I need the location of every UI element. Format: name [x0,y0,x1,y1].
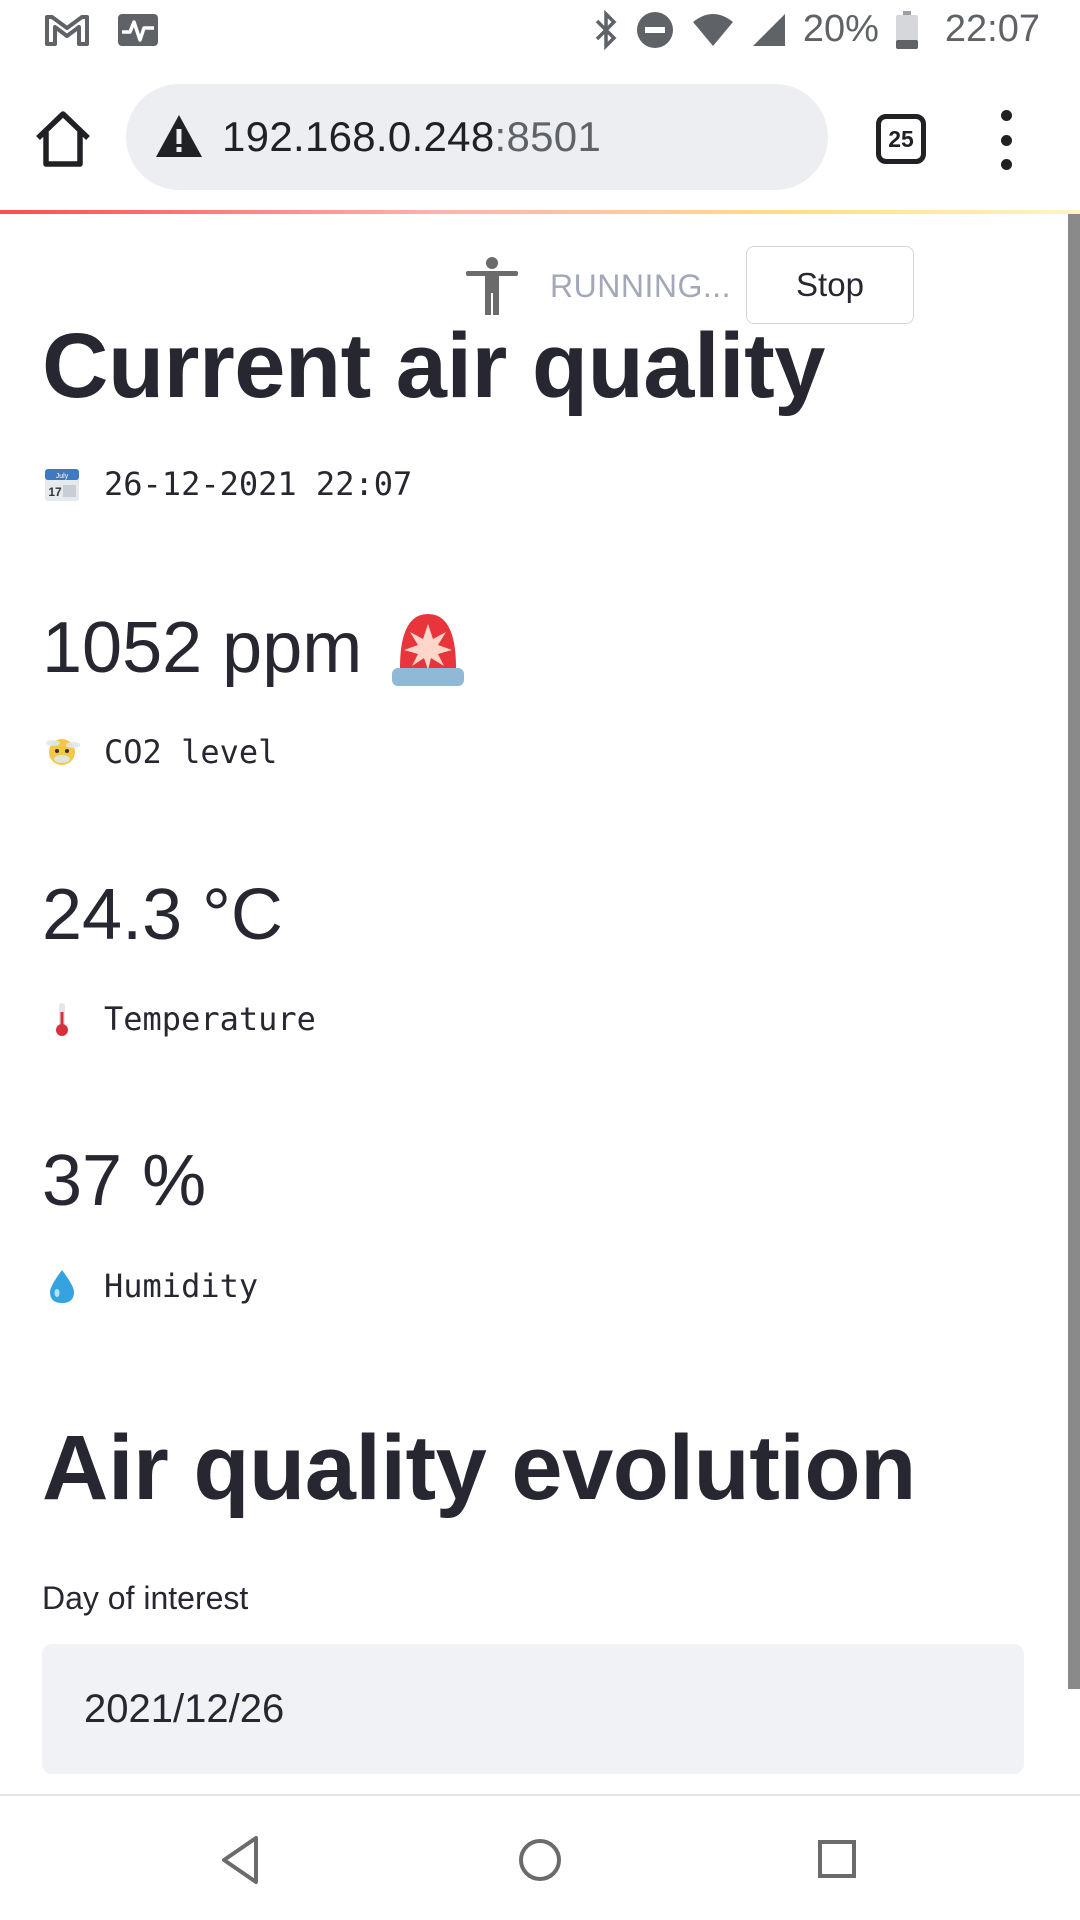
co2-label: CO2 level [104,733,278,771]
browser-toolbar: 192.168.0.248:8501 25 [0,66,1080,210]
not-secure-warning-icon[interactable] [154,112,204,162]
temperature-label-row: Temperature [42,999,316,1039]
temperature-value: 24.3 °C [42,875,283,955]
back-icon[interactable] [212,1830,272,1890]
system-nav-bar [0,1794,1080,1920]
home-icon [36,111,90,167]
overflow-menu-button[interactable] [994,110,1018,170]
co2-label-row: CO2 level [42,732,277,772]
page-title: Current air quality [42,315,825,417]
do-not-disturb-icon [635,10,675,50]
url-port: :8501 [494,113,602,160]
svg-text:17: 17 [48,485,62,499]
calendar-icon: July 17 [42,464,82,504]
battery-icon [895,10,919,50]
running-status: RUNNING... [462,256,731,316]
home-nav-icon[interactable] [510,1830,570,1890]
temperature-label: Temperature [104,1000,316,1038]
bluetooth-icon [593,9,619,50]
menu-dot-icon [1000,110,1012,121]
battery-percent: 20% [802,8,879,50]
section-title: Air quality evolution [42,1417,916,1519]
droplet-icon [42,1266,82,1306]
status-bar: 20% 22:07 [0,0,1080,66]
fog-face-icon [42,732,82,772]
tab-count: 25 [888,125,914,152]
wifi-icon [691,12,735,48]
temperature-value-row: 24.3 °C [42,874,283,956]
timestamp: 26-12-2021 22:07 [104,465,413,503]
day-of-interest-label: Day of interest [42,1580,249,1616]
url-host: 192.168.0.248 [222,113,495,160]
page-scrollbar[interactable] [1068,214,1080,1689]
cellular-icon [751,12,787,48]
tab-switcher-button[interactable]: 25 [876,114,926,164]
stop-button[interactable]: Stop [746,246,914,324]
timestamp-row: July 17 26-12-2021 22:07 [42,464,412,504]
day-of-interest-value: 2021/12/26 [84,1686,285,1731]
running-label: RUNNING... [550,267,731,304]
humidity-value-row: 37 % [42,1140,206,1222]
svg-text:July: July [56,473,69,480]
page-content[interactable]: RUNNING... Stop Current air quality July… [0,214,1080,1794]
gmail-icon [44,13,90,47]
co2-value: 1052 ppm [42,608,363,688]
siren-icon [392,614,465,686]
humidity-label: Humidity [104,1267,259,1305]
humidity-value: 37 % [42,1141,207,1221]
running-person-icon [466,257,518,315]
co2-value-row: 1052 ppm [42,606,468,690]
home-button[interactable] [30,106,96,172]
recents-icon[interactable] [808,1830,868,1890]
status-clock: 22:07 [944,8,1040,50]
menu-dot-icon [1000,159,1012,170]
address-bar[interactable]: 192.168.0.248:8501 [126,84,828,190]
activity-icon [116,12,160,48]
humidity-label-row: Humidity [42,1266,258,1306]
url-text[interactable]: 192.168.0.248:8501 [222,113,601,161]
day-of-interest-input[interactable]: 2021/12/26 [42,1644,1024,1774]
thermometer-icon [42,999,82,1039]
menu-dot-icon [1000,134,1012,146]
